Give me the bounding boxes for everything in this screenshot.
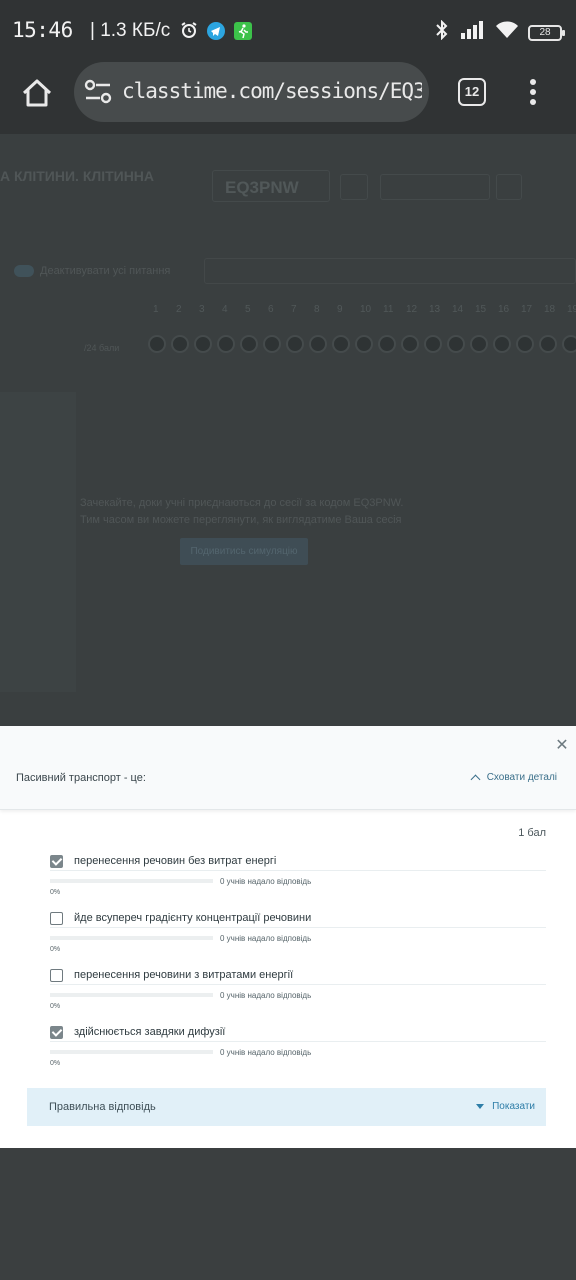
points-label: 1 бал	[518, 827, 546, 839]
activity-tracker-icon	[234, 22, 252, 40]
answer-option: здійснюється завдяки дифузії 0 учнів над…	[50, 1026, 546, 1076]
chevron-up-icon	[470, 774, 481, 784]
bluetooth-icon	[434, 19, 450, 45]
responses-count: 0 учнів надало відповідь	[220, 991, 312, 1000]
response-bar	[50, 879, 213, 883]
option-label: здійснюється завдяки дифузії	[74, 1026, 226, 1038]
tab-switcher-button[interactable]: 12	[458, 78, 486, 106]
question-text: Пасивний транспорт - це:	[16, 772, 146, 784]
hide-details-button[interactable]: Сховати деталі	[470, 772, 557, 784]
bg-toggle	[14, 265, 34, 277]
home-icon[interactable]	[20, 76, 54, 110]
show-correct-answer-button[interactable]: Показати	[476, 1101, 535, 1112]
responses-count: 0 учнів надало відповідь	[220, 877, 312, 886]
browser-toolbar: classtime.com/sessions/EQ3P 12	[0, 62, 576, 134]
url-text: classtime.com/sessions/EQ3P	[122, 79, 422, 103]
question-details-panel: ✕ Пасивний транспорт - це: Сховати детал…	[0, 726, 576, 1148]
bg-wait-text-2: Тим часом ви можете переглянути, як вигл…	[80, 514, 402, 526]
response-percent: 0%	[50, 1060, 61, 1067]
signal-icon	[460, 21, 486, 44]
bg-session-title: А КЛІТИНИ. КЛІТИННА	[0, 168, 155, 184]
correct-answer-label: Правильна відповідь	[49, 1101, 156, 1113]
option-checkbox	[50, 855, 63, 868]
status-time: 15:46	[12, 18, 73, 42]
responses-count: 0 учнів надало відповідь	[220, 1048, 312, 1057]
status-bar: 15:46 | 1.3 КБ/с 28	[0, 0, 576, 62]
bg-question-numbers: 1 2 3 4 5 6 7 8 9 10 11 12 13 14 15 16 17 18 19	[153, 304, 576, 315]
bg-side-card	[0, 392, 76, 692]
bg-wait-text-1: Зачекайте, доки учні приєднаються до сес…	[80, 497, 404, 509]
response-bar	[50, 993, 213, 997]
status-network-speed: | 1.3 КБ/с	[90, 20, 171, 41]
option-checkbox	[50, 969, 63, 982]
battery-icon: 28	[528, 24, 565, 41]
site-settings-icon[interactable]	[84, 78, 112, 106]
option-label: перенесення речовин без витрат енергі	[74, 855, 277, 867]
bg-message-button	[340, 174, 368, 200]
option-label: перенесення речовини з витратами енергії	[74, 969, 294, 981]
wifi-icon	[496, 21, 518, 44]
alarm-icon	[180, 21, 198, 39]
page-backdrop	[0, 1148, 576, 1280]
bg-status-dots	[148, 335, 576, 353]
answer-option: перенесення речовин без витрат енергі 0 …	[50, 855, 546, 905]
telegram-icon	[207, 22, 225, 40]
close-icon[interactable]: ✕	[554, 738, 570, 754]
bg-invite-button	[380, 174, 490, 200]
option-checkbox	[50, 1026, 63, 1039]
hide-details-label: Сховати деталі	[486, 772, 557, 783]
answer-option: йде всупереч градієнту концентрації речо…	[50, 912, 546, 962]
bg-session-code: EQ3PNW	[212, 170, 330, 202]
bg-toggle-label: Деактивувати усі питання	[40, 265, 171, 277]
show-label: Показати	[492, 1101, 535, 1112]
bg-simulation-button: Подивитись симуляцію	[180, 538, 308, 565]
caret-down-icon	[476, 1104, 485, 1109]
option-label: йде всупереч градієнту концентрації речо…	[74, 912, 312, 924]
responses-count: 0 учнів надало відповідь	[220, 934, 312, 943]
bg-star-button	[496, 174, 522, 200]
answer-option: перенесення речовини з витратами енергії…	[50, 969, 546, 1019]
panel-header: ✕ Пасивний транспорт - це: Сховати детал…	[0, 726, 576, 810]
response-percent: 0%	[50, 889, 61, 896]
correct-answer-bar[interactable]: Правильна відповідь Показати	[27, 1088, 546, 1126]
background-page: А КЛІТИНИ. КЛІТИННА EQ3PNW Деактивувати …	[0, 134, 576, 726]
response-bar	[50, 936, 213, 940]
bg-score-label: /24 бали	[84, 343, 120, 353]
browser-menu-icon[interactable]	[526, 76, 540, 106]
response-percent: 0%	[50, 946, 61, 953]
address-bar[interactable]: classtime.com/sessions/EQ3P	[74, 62, 429, 122]
bg-search-field	[204, 258, 576, 284]
response-bar	[50, 1050, 213, 1054]
option-checkbox	[50, 912, 63, 925]
response-percent: 0%	[50, 1003, 61, 1010]
